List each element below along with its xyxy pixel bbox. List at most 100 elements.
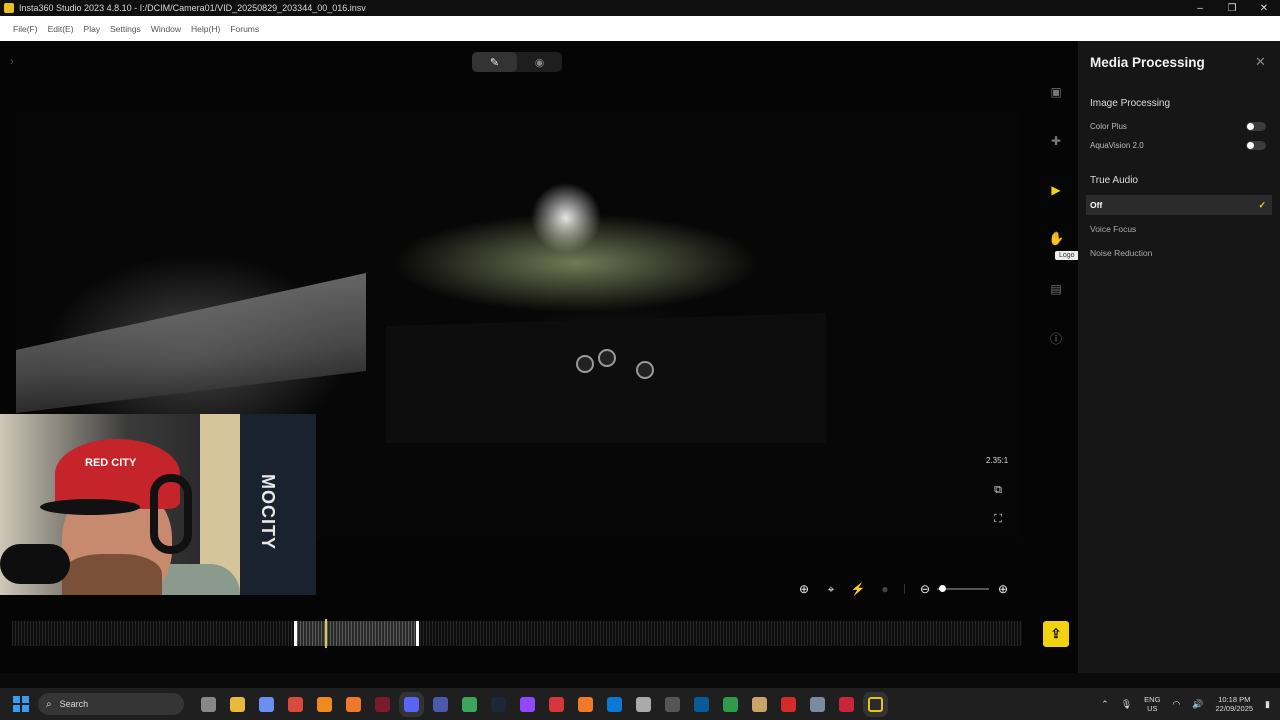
steam-icon[interactable] xyxy=(491,696,506,712)
audio-option-label: Off xyxy=(1090,200,1103,210)
export-button[interactable]: ⇪ xyxy=(1043,621,1069,647)
main-viewer-area: › ✎ ◉ 2.35:1 ⧉ ⛶ MOCITY RED CITY ⊕ ⌖ ⚡ ● xyxy=(0,41,1079,673)
settings-icon[interactable] xyxy=(810,696,825,712)
app-icon[interactable] xyxy=(462,696,477,712)
plugin-icon[interactable]: ✚ xyxy=(1048,133,1064,149)
menu-help[interactable]: Help(H) xyxy=(191,24,220,34)
app-icon[interactable] xyxy=(665,696,680,712)
maximize-button[interactable]: ❐ xyxy=(1216,0,1248,16)
menu-file[interactable]: File(F) xyxy=(13,24,38,34)
search-placeholder: Search xyxy=(59,699,89,709)
outlook-icon[interactable] xyxy=(607,696,622,712)
file-explorer-icon[interactable] xyxy=(230,696,245,712)
video-gauge xyxy=(598,349,616,367)
volume-icon[interactable]: 🔊 xyxy=(1192,699,1203,710)
media-processing-panel: Media Processing ✕ Image Processing Colo… xyxy=(1078,41,1280,673)
view-mode-toggle: ✎ ◉ xyxy=(472,52,562,72)
zoom-out-icon[interactable]: ⊖ xyxy=(917,581,933,597)
taskbar-search[interactable]: ⌕ Search xyxy=(38,693,184,715)
app-icon[interactable] xyxy=(694,696,709,712)
checkmark-icon: ✓ xyxy=(1258,199,1266,210)
app-icon[interactable] xyxy=(636,696,651,712)
copilot-icon[interactable] xyxy=(259,696,274,712)
add-keyframe-icon[interactable]: ⊕ xyxy=(796,581,812,597)
preview-mode-icon[interactable]: ◉ xyxy=(517,52,562,72)
app-icon[interactable] xyxy=(839,696,854,712)
aspect-ratio-label[interactable]: 2.35:1 xyxy=(986,456,1008,465)
menu-play[interactable]: Play xyxy=(84,24,101,34)
discord-icon[interactable] xyxy=(404,696,419,712)
app-icon[interactable] xyxy=(578,696,593,712)
audio-option-voice-focus[interactable]: Voice Focus xyxy=(1086,219,1272,239)
language-indicator[interactable]: ENG US xyxy=(1144,695,1160,713)
clock-date: 22/09/2025 xyxy=(1215,704,1254,713)
reframe-icon[interactable]: ▣ xyxy=(1048,84,1064,100)
microphone-icon[interactable]: 🎙 xyxy=(1121,699,1132,710)
toggle-knob xyxy=(1247,142,1254,149)
firefox-icon[interactable] xyxy=(346,696,361,712)
media-processing-icon[interactable]: ▶ xyxy=(1048,182,1064,198)
clock[interactable]: 10:18 PM 22/09/2025 xyxy=(1216,695,1254,713)
fullscreen-icon[interactable]: ⛶ xyxy=(991,512,1005,526)
aquavision-toggle[interactable] xyxy=(1246,141,1266,150)
cap-text: RED CITY xyxy=(85,457,137,469)
zoom-in-icon[interactable]: ⊕ xyxy=(995,581,1011,597)
video-guardrail xyxy=(16,273,366,413)
windows-start-icon[interactable] xyxy=(13,696,29,712)
language-line1: ENG xyxy=(1144,695,1161,704)
expand-left-panel-icon[interactable]: › xyxy=(10,56,24,70)
window-title: Insta360 Studio 2023 4.8.10 - I:/DCIM/Ca… xyxy=(19,3,366,13)
timeline-playhead[interactable] xyxy=(325,619,327,648)
app-icon[interactable] xyxy=(433,696,448,712)
wifi-icon[interactable]: ◠ xyxy=(1172,699,1180,710)
panel-close-icon[interactable]: ✕ xyxy=(1255,54,1269,69)
app-icon[interactable] xyxy=(752,696,767,712)
timeline-track[interactable] xyxy=(12,619,1022,648)
color-plus-label: Color Plus xyxy=(1090,122,1127,131)
audio-option-noise-reduction[interactable]: Noise Reduction xyxy=(1086,243,1272,263)
task-view-icon[interactable] xyxy=(201,696,216,712)
close-window-button[interactable]: ✕ xyxy=(1248,0,1280,16)
audio-option-label: Noise Reduction xyxy=(1090,248,1153,258)
controls-divider xyxy=(904,584,905,594)
image-processing-title: Image Processing xyxy=(1090,98,1171,109)
toggle-knob xyxy=(1247,123,1254,130)
zoom-slider[interactable] xyxy=(937,585,989,592)
language-line2: US xyxy=(1147,704,1158,713)
crop-icon[interactable]: ⧉ xyxy=(991,483,1005,497)
menu-settings[interactable]: Settings xyxy=(110,24,141,34)
zoom-slider-knob[interactable] xyxy=(939,585,946,592)
windows-taskbar: ⌕ Search ⌃ 🎙 ENG US ◠ 🔊 10:18 PM 22/09/2… xyxy=(0,688,1280,720)
menu-window[interactable]: Window xyxy=(151,24,181,34)
video-dashboard xyxy=(386,313,826,443)
color-plus-toggle[interactable] xyxy=(1246,122,1266,131)
timeline-selection[interactable] xyxy=(294,621,419,646)
video-gauge xyxy=(636,361,654,379)
stamp-icon[interactable]: ▤ xyxy=(1048,281,1064,297)
webcam-headset xyxy=(150,474,192,554)
tooltip: Logo xyxy=(1055,251,1079,260)
info-icon[interactable]: ⓘ xyxy=(1048,330,1064,346)
menu-edit[interactable]: Edit(E) xyxy=(48,24,74,34)
app-icon[interactable] xyxy=(375,696,390,712)
deep-track-icon[interactable]: ⌖ xyxy=(823,581,839,597)
edit-mode-icon[interactable]: ✎ xyxy=(472,52,517,72)
flash-icon[interactable]: ⚡ xyxy=(850,581,866,597)
webcam-overlay: MOCITY RED CITY xyxy=(0,414,316,595)
panel-title: Media Processing xyxy=(1090,55,1205,70)
menu-forums[interactable]: Forums xyxy=(230,24,259,34)
acrobat-icon[interactable] xyxy=(781,696,796,712)
clock-time: 10:18 PM xyxy=(1218,695,1251,704)
chevron-up-icon[interactable]: ⌃ xyxy=(1101,699,1109,710)
notification-icon[interactable]: ▮ xyxy=(1265,699,1270,710)
audio-option-off[interactable]: Off ✓ xyxy=(1086,195,1272,215)
title-bar: Insta360 Studio 2023 4.8.10 - I:/DCIM/Ca… xyxy=(0,0,1280,16)
minimize-button[interactable]: – xyxy=(1184,0,1216,16)
status-strip xyxy=(0,673,1280,688)
vlc-icon[interactable] xyxy=(317,696,332,712)
app-icon[interactable] xyxy=(723,696,738,712)
app-icon[interactable] xyxy=(549,696,564,712)
insta360-taskbar-icon[interactable] xyxy=(868,696,883,712)
chrome-icon[interactable] xyxy=(288,696,303,712)
twitch-icon[interactable] xyxy=(520,696,535,712)
